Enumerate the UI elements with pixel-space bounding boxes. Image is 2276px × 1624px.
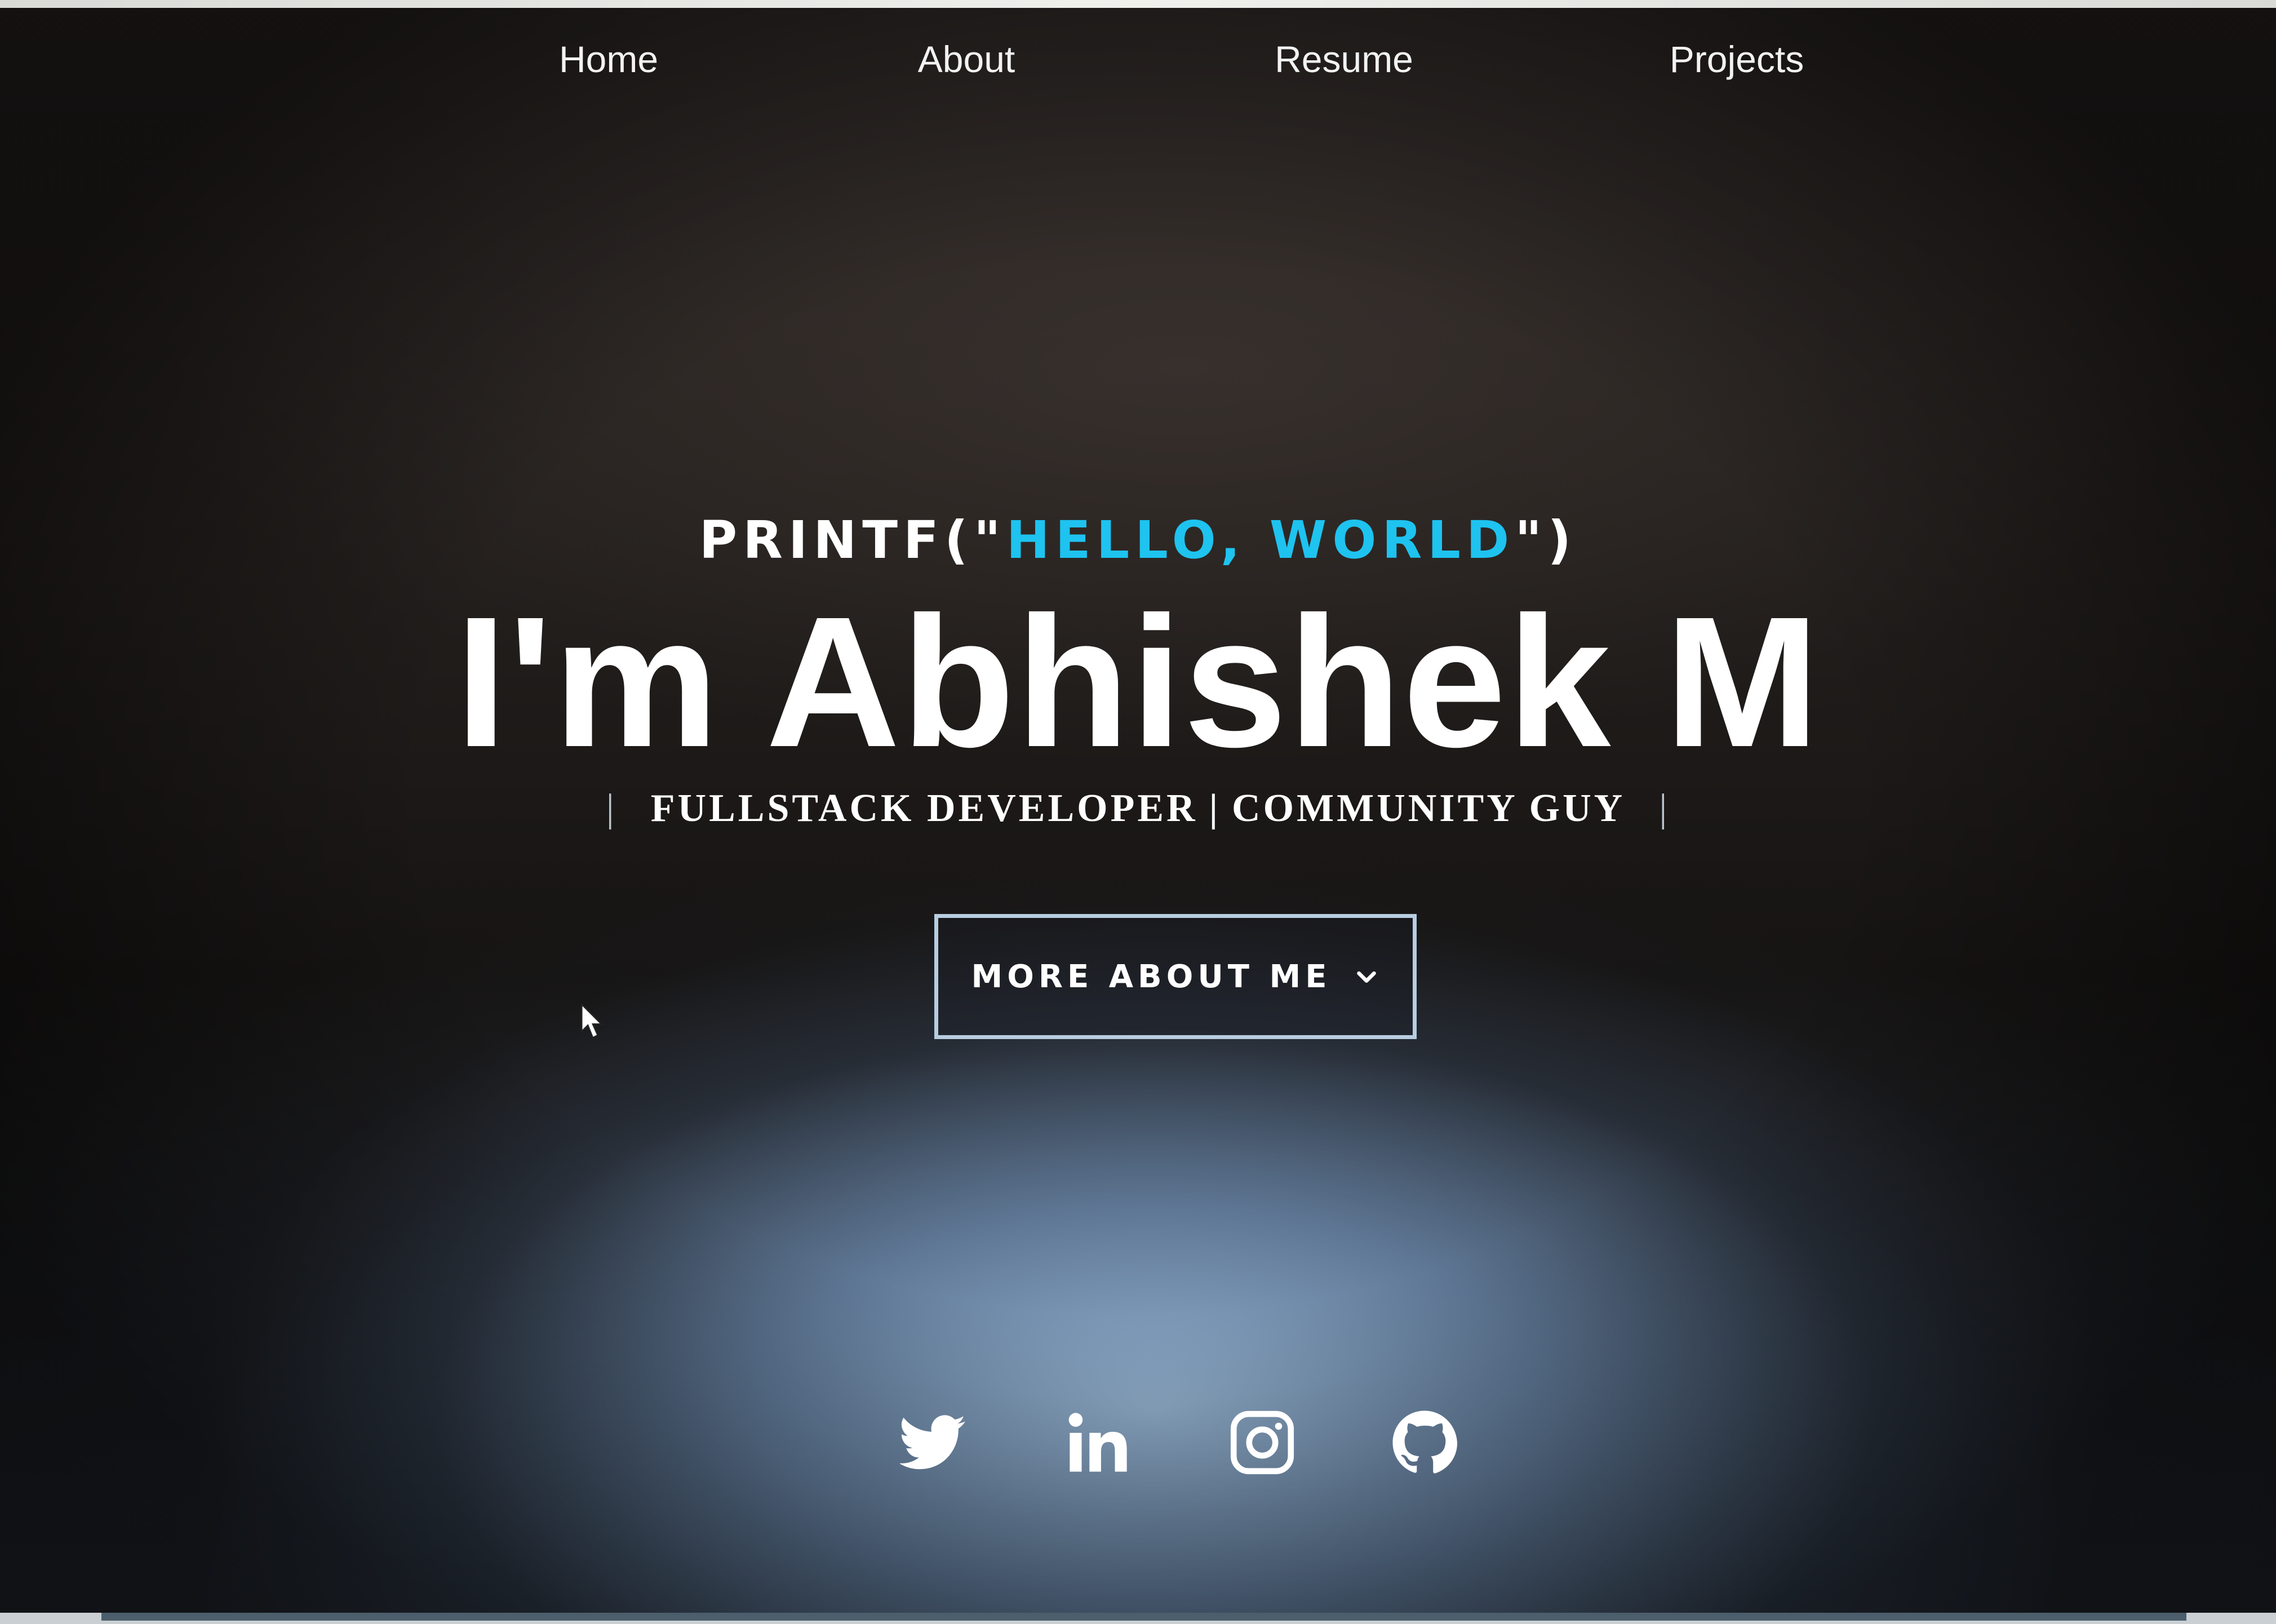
more-about-me-button[interactable]: MORE ABOUT ME bbox=[934, 914, 1417, 1039]
monitor-top-edge bbox=[0, 0, 2276, 8]
social-links bbox=[0, 1406, 2276, 1485]
instagram-link[interactable] bbox=[1226, 1406, 1299, 1479]
roles-middle-separator: | bbox=[1209, 787, 1221, 830]
more-about-me-label: MORE ABOUT ME bbox=[971, 958, 1332, 995]
roles-right-separator: | bbox=[1659, 787, 1670, 830]
nav-home[interactable]: Home bbox=[559, 34, 658, 85]
hero-name-heading: I'm Abhishek M bbox=[455, 578, 1821, 786]
linkedin-link[interactable] bbox=[1062, 1406, 1135, 1479]
top-navigation: Home About Resume Projects bbox=[0, 34, 2276, 85]
hero-printf-tagline: PRINTF("HELLO, WORLD") bbox=[0, 510, 2276, 570]
nav-about[interactable]: About bbox=[918, 34, 1015, 85]
printf-suffix: ") bbox=[1515, 510, 1577, 570]
instagram-icon bbox=[1230, 1410, 1294, 1475]
twitter-link[interactable] bbox=[897, 1406, 970, 1479]
monitor-bottom-edge bbox=[0, 1613, 2276, 1624]
chevron-down-icon bbox=[1357, 971, 1377, 983]
printf-prefix: PRINTF(" bbox=[699, 510, 1006, 570]
role-community: COMMUNITY GUY bbox=[1232, 787, 1626, 830]
twitter-icon bbox=[900, 1415, 966, 1470]
role-fullstack: FULLSTACK DEVELOPER bbox=[650, 787, 1198, 830]
github-link[interactable] bbox=[1388, 1406, 1461, 1479]
github-icon bbox=[1392, 1410, 1458, 1474]
mouse-cursor-icon bbox=[580, 1003, 604, 1039]
printf-accent-text: HELLO, WORLD bbox=[1006, 510, 1515, 570]
hero-roles: | FULLSTACK DEVELOPER | COMMUNITY GUY | bbox=[0, 786, 2276, 831]
roles-left-separator: | bbox=[606, 787, 617, 830]
nav-projects[interactable]: Projects bbox=[1670, 34, 1804, 85]
linkedin-icon bbox=[1068, 1413, 1127, 1472]
nav-resume[interactable]: Resume bbox=[1275, 34, 1413, 85]
